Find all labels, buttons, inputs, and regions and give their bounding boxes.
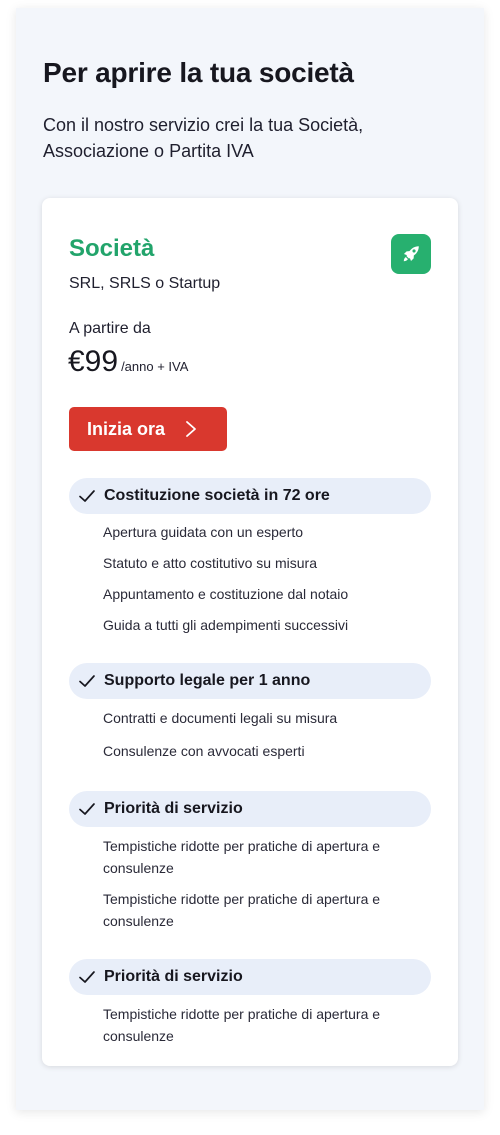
feature-item: Tempistiche ridotte per pratiche di aper…: [103, 1006, 381, 1044]
price-unit: /anno + IVA: [121, 359, 189, 374]
plan-card: Società SRL, SRLS o Startup A partire da…: [42, 198, 458, 1066]
rocket-icon-graphic: [403, 246, 419, 262]
feature-item: Contratti e documenti legali su misura: [103, 710, 338, 726]
check-icon: [77, 486, 97, 506]
feature-item: Statuto e atto costitutivo su misura: [103, 555, 317, 571]
price-from-label: A partire da: [69, 320, 151, 337]
price-row: €99 /anno + IVA: [68, 344, 188, 380]
rocket-icon: [391, 234, 431, 274]
feature-section-label: Costituzione società in 72 ore: [104, 487, 330, 504]
check-icon: [77, 967, 97, 987]
feature-section-header: Supporto legale per 1 anno: [69, 663, 431, 699]
page-title: Per aprire la tua società: [43, 57, 354, 88]
feature-section-label: Supporto legale per 1 anno: [104, 672, 311, 689]
pricing-panel: Per aprire la tua società Con il nostro …: [16, 8, 484, 1110]
plan-title: Società: [69, 235, 155, 262]
start-now-button[interactable]: Inizia ora: [69, 407, 227, 451]
feature-section-header: Costituzione società in 72 ore: [69, 478, 431, 514]
price-value: €99: [68, 345, 119, 378]
feature-item: Tempistiche ridotte per pratiche di aper…: [103, 838, 381, 876]
feature-item: Apertura guidata con un esperto: [103, 524, 304, 540]
start-now-label: Inizia ora: [87, 419, 166, 439]
plan-subtitle: SRL, SRLS o Startup: [69, 275, 221, 292]
check-icon: [77, 799, 97, 819]
chevron-right-icon: [185, 420, 197, 438]
feature-item: Guida a tutti gli adempimenti successivi: [103, 617, 349, 633]
feature-section-header: Priorità di servizio: [69, 959, 431, 995]
feature-section-label: Priorità di servizio: [104, 800, 243, 817]
feature-section-label: Priorità di servizio: [104, 968, 243, 985]
check-icon: [77, 671, 97, 691]
feature-section-header: Priorità di servizio: [69, 791, 431, 827]
feature-item: Appuntamento e costituzione dal notaio: [103, 586, 349, 602]
feature-item: Consulenze con avvocati esperti: [103, 743, 305, 759]
page-subtitle: Con il nostro servizio crei la tua Socie…: [43, 115, 364, 161]
feature-item: Tempistiche ridotte per pratiche di aper…: [103, 891, 381, 929]
